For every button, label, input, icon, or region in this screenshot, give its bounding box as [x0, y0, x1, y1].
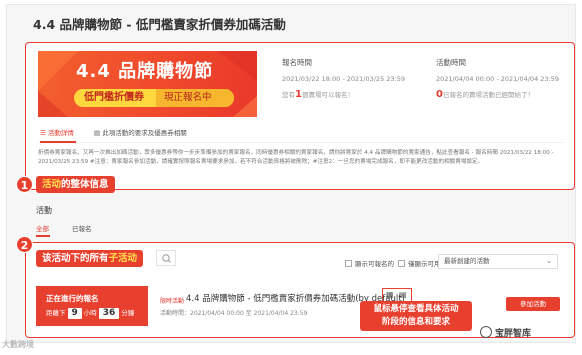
tooltip-line-1: 鼠标悬停查看具体活动 [373, 304, 459, 314]
countdown-hours-unit: 小時 [83, 309, 97, 317]
watermark-right-text: 宝胖智库 [495, 329, 532, 339]
event-count-suffix: 已報名的賣場活動已經開始了！ [442, 91, 534, 99]
sub-activity-time-label: 活動時間： [160, 310, 191, 317]
tab-all[interactable]: 全部 [36, 223, 49, 233]
signup-count-prefix: 您有 [282, 91, 295, 99]
sub-activity-tag: 限時活動 [160, 298, 185, 305]
countdown-panel: 正在進行的報名 距離下 9 小時 36 分鐘 [36, 286, 148, 326]
calendar-icon[interactable]: ▦ [386, 290, 394, 299]
sort-select-value: 最新創建的活動 [444, 257, 490, 265]
document-icon[interactable]: ▤ [399, 290, 407, 299]
tab-event-details-label: 活動詳情 [47, 129, 74, 137]
event-count: 0已報名的賣場活動已經開始了！ [436, 89, 534, 100]
search-icon [162, 254, 171, 263]
signup-count-number: 1 [295, 89, 302, 100]
signup-count: 您有1個賣場可以報名！ [282, 89, 354, 100]
annotation-badge-2: 2 [16, 236, 33, 253]
activities-tab-indicator [36, 235, 50, 237]
hover-tooltip-annotation: 鼠标悬停查看具体活动 阶段的信息和要求 [360, 301, 472, 331]
search-button[interactable] [156, 250, 176, 266]
watermark-right: 宝胖智库 [480, 326, 531, 339]
annotation-label-2: 该活动下的所有子活动 [36, 250, 144, 267]
filter-registrable[interactable]: 顯示可報名的 [345, 258, 394, 268]
tab-requirements-label: 此項活動的要求及優惠券相關 [102, 129, 187, 137]
annotation-2-text: 该活动下的所有 [42, 253, 109, 264]
banner-pill-sub: 現正報名中 [156, 89, 234, 107]
watermark-left: 大數跨境 [2, 340, 34, 349]
join-activity-button[interactable]: 參加活動 [506, 297, 560, 311]
info-tabs: ☰ 活動詳情 ▤ 此項活動的要求及優惠券相關 [38, 125, 563, 143]
countdown-title: 正在進行的報名 [46, 294, 99, 303]
page-title: 4.4 品牌購物節 - 低門檻賣家折價券加碼活動 [33, 17, 286, 32]
filter-registrable-label: 顯示可報名的 [355, 260, 394, 268]
countdown-minutes: 36 [98, 308, 120, 319]
activities-title: 活動 [36, 206, 52, 215]
annotation-label-1: 活动的整体信息 [36, 176, 115, 193]
tab-requirements[interactable]: ▤ 此項活動的要求及優惠券相關 [94, 127, 187, 137]
sort-select[interactable]: 最新創建的活動 ⌄ [438, 254, 558, 269]
annotation-1-text: 的整体信息 [61, 179, 109, 190]
annotation-badge-1: 1 [16, 176, 33, 193]
checkbox-registrable[interactable] [345, 260, 352, 267]
tab-event-details[interactable]: ☰ 活動詳情 [40, 127, 74, 137]
document-icon: ▤ [94, 129, 103, 137]
details-icon: ☰ [40, 129, 48, 137]
tooltip-line-2: 阶段的信息和要求 [381, 317, 450, 327]
signup-count-suffix: 個賣場可以報名！ [301, 91, 354, 99]
countdown-row: 距離下 9 小時 36 分鐘 [46, 307, 134, 319]
wechat-logo-icon [480, 326, 492, 338]
countdown-hours: 9 [67, 308, 82, 319]
annotation-1-highlight: 活动 [42, 179, 62, 190]
signup-time-range: 2021/03/22 18:00 - 2021/03/25 23:59 [282, 75, 406, 83]
tab-registered[interactable]: 已報名 [72, 223, 92, 233]
sub-activity-time-range: 2021/04/04 00:00 至 2021/04/04 23:59 [190, 310, 308, 317]
event-banner: 4.4 品牌購物節 低門檻折價券 現正報名中 [38, 51, 257, 117]
event-overview-card: 4.4 品牌購物節 低門檻折價券 現正報名中 報名時間 2021/03/22 1… [25, 42, 575, 190]
signup-time-label: 報名時間 [282, 58, 312, 67]
countdown-minutes-unit: 分鐘 [121, 309, 135, 317]
checkbox-available[interactable] [398, 260, 405, 267]
countdown-prefix: 距離下 [46, 309, 66, 317]
banner-title: 4.4 品牌購物節 [76, 61, 214, 82]
active-tab-indicator [40, 141, 76, 143]
annotation-2-highlight: 子活动 [108, 253, 138, 264]
event-time-range: 2021/04/04 00:00 - 2021/04/04 23:59 [436, 75, 560, 83]
event-description: 折價券賣家報名，又再一次推出加碼活動，眾多優惠券等你一步步準備參加的賣家報名，同… [38, 150, 554, 165]
sub-activity-time: 活動時間：2021/04/04 00:00 至 2021/04/04 23:59 [160, 308, 307, 317]
event-count-number: 0 [436, 89, 443, 100]
chevron-down-icon: ⌄ [546, 257, 552, 265]
event-time-label: 活動時間 [436, 58, 466, 67]
